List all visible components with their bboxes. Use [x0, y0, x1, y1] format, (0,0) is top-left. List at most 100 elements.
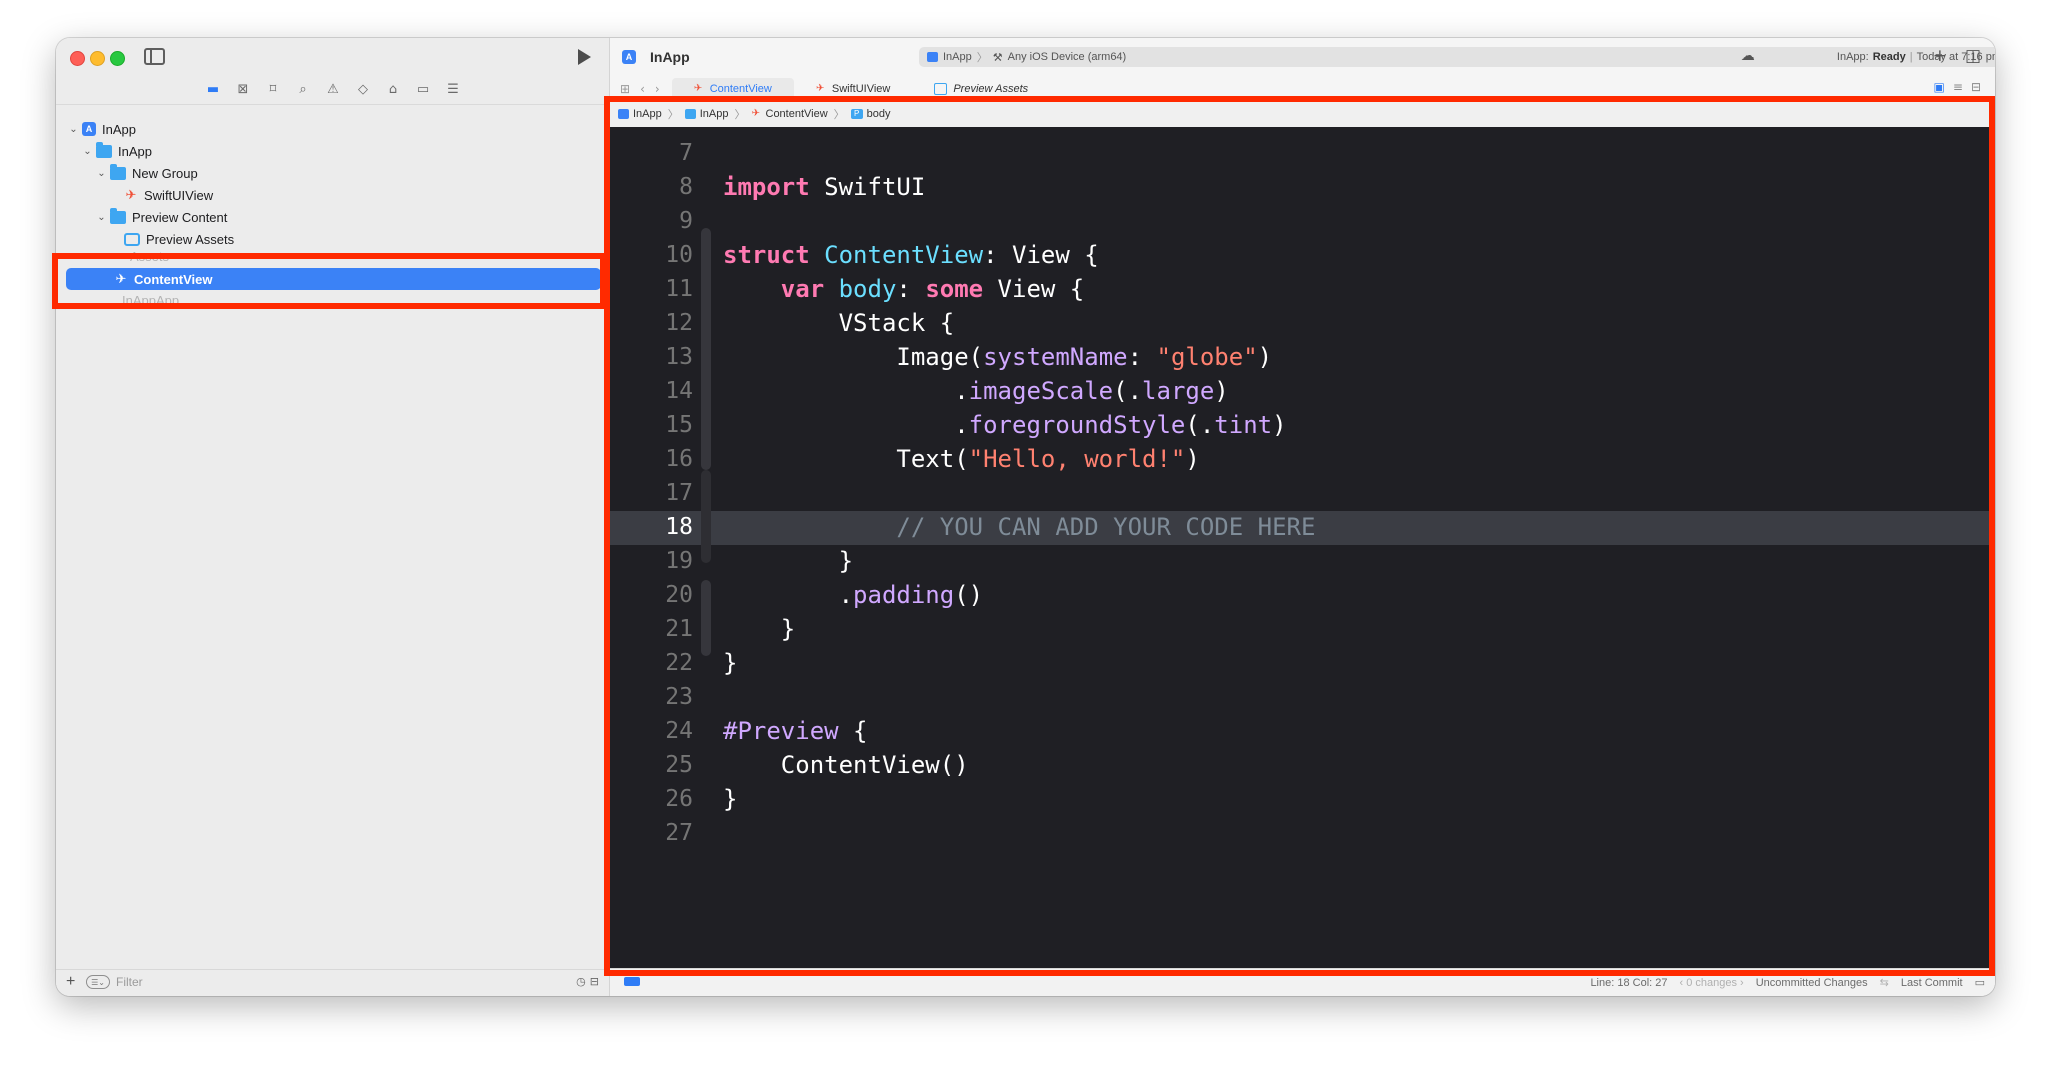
tree-item-preview-content[interactable]: ⌄ Preview Content — [96, 206, 227, 228]
breadcrumb-item[interactable]: InApp — [684, 108, 729, 120]
line-number[interactable]: 8 — [613, 174, 693, 200]
destination-selector[interactable]: Any iOS Device (arm64) — [1008, 51, 1127, 63]
breadcrumb-item[interactable]: ✈ ContentView — [752, 108, 828, 120]
inspector-icon[interactable]: ◫ — [1965, 46, 1981, 66]
code-line[interactable]: // YOU CAN ADD YOUR CODE HERE — [723, 513, 1315, 541]
line-number[interactable]: 11 — [613, 276, 693, 302]
list-icon[interactable]: ☰ — [444, 80, 462, 98]
cloud-icon[interactable]: ☁ — [1741, 48, 1755, 64]
code-line[interactable]: struct ContentView: View { — [723, 241, 1099, 269]
code-fold-ribbon[interactable] — [701, 580, 711, 656]
breadcrumb-item[interactable]: InApp — [618, 108, 662, 120]
line-number[interactable]: 18 — [613, 514, 693, 540]
line-number[interactable]: 23 — [613, 684, 693, 710]
diamond-icon[interactable]: ◇ — [354, 80, 372, 98]
line-number[interactable]: 12 — [613, 310, 693, 336]
line-number[interactable]: 16 — [613, 446, 693, 472]
canvas-toggle-icon[interactable]: ▣ — [1934, 80, 1945, 94]
tree-item-contentview-selected[interactable]: ✈ ContentView — [66, 268, 601, 290]
chevron-down-icon[interactable]: ⌄ — [68, 124, 79, 135]
sidebar-toggle-icon[interactable] — [144, 48, 165, 65]
tree-item-new-group[interactable]: ⌄ New Group — [96, 162, 198, 184]
scheme-selector[interactable]: InApp — [943, 51, 972, 63]
code-line[interactable]: Image(systemName: "globe") — [723, 343, 1272, 371]
line-number[interactable]: 10 — [613, 242, 693, 268]
bookmark-icon[interactable]: ⌑ — [264, 80, 282, 98]
code-line[interactable]: Text("Hello, world!") — [723, 445, 1199, 473]
chevron-left-icon[interactable]: ‹ — [640, 82, 645, 96]
chevron-down-icon[interactable]: ⌄ — [82, 146, 93, 157]
tree-item-assets[interactable]: Assets — [130, 249, 169, 264]
tree-item-contentview[interactable]: ✈ ContentView — [114, 268, 213, 290]
split-editor-icon[interactable]: ⊟ — [1971, 80, 1981, 94]
tree-item-group-inapp[interactable]: ⌄ InApp — [82, 140, 152, 162]
minimize-window-button[interactable] — [90, 51, 105, 66]
code-line[interactable]: .padding() — [723, 581, 984, 609]
line-number[interactable]: 21 — [613, 616, 693, 642]
code-line[interactable]: .foregroundStyle(.tint) — [723, 411, 1286, 439]
code-line[interactable]: } — [723, 547, 853, 575]
debug-area-toggle-icon[interactable] — [624, 977, 640, 986]
code-line[interactable]: .imageScale(.large) — [723, 377, 1229, 405]
line-number[interactable]: 22 — [613, 650, 693, 676]
code-line[interactable]: var body: some View { — [723, 275, 1084, 303]
code-line[interactable]: #Preview { — [723, 717, 868, 745]
tab-preview-assets[interactable]: Preview Assets — [912, 78, 1050, 100]
line-number[interactable]: 7 — [613, 140, 693, 166]
code-line[interactable]: } — [723, 615, 795, 643]
code-line[interactable]: VStack { — [723, 309, 955, 337]
chevron-down-icon[interactable]: ⌄ — [96, 212, 107, 223]
code-line[interactable]: } — [723, 785, 737, 813]
lines-icon[interactable]: ≡ — [1953, 80, 1963, 94]
search-icon[interactable]: ⌕ — [294, 80, 312, 98]
last-commit[interactable]: Last Commit — [1901, 977, 1963, 989]
code-line[interactable]: import SwiftUI — [723, 173, 925, 201]
line-number[interactable]: 19 — [613, 548, 693, 574]
line-number[interactable]: 14 — [613, 378, 693, 404]
tree-item-preview-assets[interactable]: Preview Assets — [124, 228, 234, 250]
uncommitted-changes[interactable]: Uncommitted Changes — [1756, 977, 1868, 989]
line-number[interactable]: 25 — [613, 752, 693, 778]
warning-icon[interactable]: ⚠ — [324, 80, 342, 98]
grid-icon[interactable]: ⊞ — [620, 82, 630, 96]
source-editor[interactable]: 7 8 9 10 11 12 13 14 15 16 17 18 19 20 21 22 23 24 25 26 27 … — [610, 127, 1995, 969]
code-token: foregroundStyle — [968, 411, 1186, 439]
tree-item-swiftuiview[interactable]: ✈ SwiftUIView — [124, 184, 214, 206]
zoom-window-button[interactable] — [110, 51, 125, 66]
line-number[interactable]: 13 — [613, 344, 693, 370]
plus-icon[interactable]: + — [66, 973, 75, 991]
tag-icon[interactable]: ⌂ — [384, 80, 402, 98]
line-number[interactable]: 24 — [613, 718, 693, 744]
tree-item-inappapp[interactable]: InAppApp — [122, 293, 179, 308]
source-control-filter-icon[interactable]: ⊟ — [590, 975, 599, 988]
code-line[interactable]: } — [723, 649, 737, 677]
tree-item-project[interactable]: ⌄ A InApp — [68, 118, 136, 140]
minimap-toggle-icon[interactable]: ▭ — [1975, 976, 1985, 989]
breadcrumb-item[interactable]: P body — [850, 108, 891, 120]
code-fold-ribbon[interactable] — [701, 470, 711, 563]
play-icon[interactable] — [578, 49, 591, 65]
line-number[interactable]: 9 — [613, 208, 693, 234]
tab-label: Preview Assets — [953, 83, 1029, 95]
line-number[interactable]: 17 — [613, 480, 693, 506]
code-line[interactable]: ContentView() — [723, 751, 969, 779]
tab-contentview[interactable]: ✈ ContentView — [671, 78, 794, 100]
chevron-down-icon[interactable]: ⌄ — [96, 168, 107, 179]
close-square-icon[interactable]: ⊠ — [234, 80, 252, 98]
plus-icon[interactable]: + — [1933, 46, 1947, 66]
line-number[interactable]: 20 — [613, 582, 693, 608]
line-number[interactable]: 27 — [613, 820, 693, 846]
line-number[interactable]: 26 — [613, 786, 693, 812]
line-number[interactable]: 15 — [613, 412, 693, 438]
code-fold-ribbon[interactable] — [701, 228, 711, 470]
close-window-button[interactable] — [70, 51, 85, 66]
changes-nav[interactable]: ‹ 0 changes › — [1680, 977, 1744, 989]
chevron-right-icon[interactable]: › — [655, 82, 660, 96]
filter-field[interactable]: ☰⌄ Filter — [86, 974, 576, 990]
rectangle-icon[interactable]: ▭ — [414, 80, 432, 98]
recent-files-icon[interactable]: ◷ — [576, 975, 586, 988]
folder-icon[interactable]: ▬ — [204, 80, 222, 98]
tab-swiftuiview[interactable]: ✈ SwiftUIView — [794, 78, 912, 100]
filter-options-icon[interactable]: ☰⌄ — [86, 975, 110, 989]
